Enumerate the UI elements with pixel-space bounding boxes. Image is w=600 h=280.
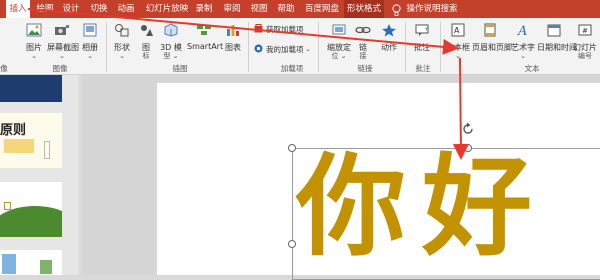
arrow-tab-to-textbox [27,8,459,55]
annotation-arrows [27,8,469,160]
arrow-textbox-to-slide [452,57,469,160]
